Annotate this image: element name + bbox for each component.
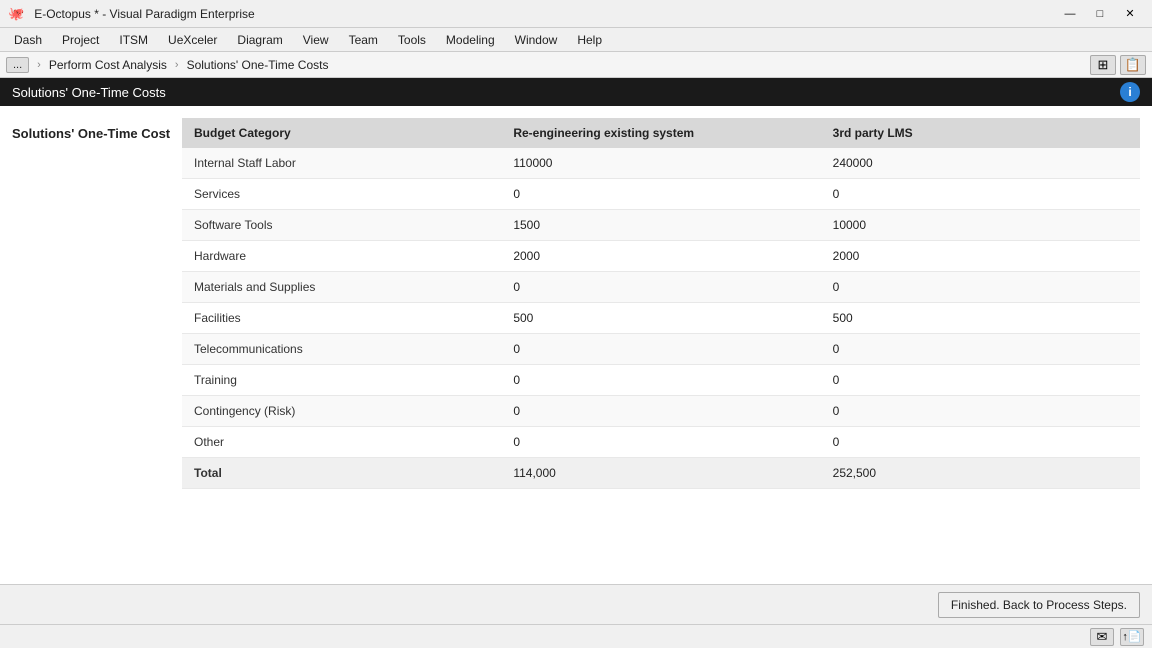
- cell-category-5: Facilities: [182, 303, 501, 334]
- cell-col2-8: 0: [821, 396, 1140, 427]
- table-row: Services00: [182, 179, 1140, 210]
- cell-col2-6: 0: [821, 334, 1140, 365]
- section-header: Solutions' One-Time Costs i: [0, 78, 1152, 106]
- cell-col1-8: 0: [501, 396, 820, 427]
- cell-col1-5: 500: [501, 303, 820, 334]
- menu-item-diagram[interactable]: Diagram: [227, 31, 292, 49]
- cell-col2-0: 240000: [821, 148, 1140, 179]
- window-title: E-Octopus * - Visual Paradigm Enterprise: [30, 7, 1056, 21]
- cell-category-4: Materials and Supplies: [182, 272, 501, 303]
- cell-col2-3: 2000: [821, 241, 1140, 272]
- cell-col2-7: 0: [821, 365, 1140, 396]
- table-row: Facilities500500: [182, 303, 1140, 334]
- menu-item-tools[interactable]: Tools: [388, 31, 436, 49]
- menu-item-uexceler[interactable]: UeXceler: [158, 31, 227, 49]
- menu-bar: DashProjectITSMUeXcelerDiagramViewTeamTo…: [0, 28, 1152, 52]
- table-row: Materials and Supplies00: [182, 272, 1140, 303]
- breadcrumb-ellipsis[interactable]: ...: [6, 57, 29, 73]
- cell-category-7: Training: [182, 365, 501, 396]
- cell-category-8: Contingency (Risk): [182, 396, 501, 427]
- status-bar: ✉ ↑📄: [0, 624, 1152, 648]
- info-icon[interactable]: i: [1120, 82, 1140, 102]
- breadcrumb-icon-doc[interactable]: 📋: [1120, 55, 1146, 75]
- cell-category-1: Services: [182, 179, 501, 210]
- cell-col1-7: 0: [501, 365, 820, 396]
- col-header-budget-category: Budget Category: [182, 118, 501, 148]
- cost-table: Budget Category Re-engineering existing …: [182, 118, 1140, 489]
- cell-category-10: Total: [182, 458, 501, 489]
- table-header: Budget Category Re-engineering existing …: [182, 118, 1140, 148]
- breadcrumb-arrow-1: ›: [37, 59, 41, 71]
- table-row: Training00: [182, 365, 1140, 396]
- menu-item-team[interactable]: Team: [339, 31, 388, 49]
- table-row: Telecommunications00: [182, 334, 1140, 365]
- breadcrumb-arrow-2: ›: [175, 59, 179, 71]
- section-title: Solutions' One-Time Costs: [12, 85, 166, 100]
- cell-col2-2: 10000: [821, 210, 1140, 241]
- content-wrapper: Solutions' One-Time Costs i Solutions' O…: [0, 78, 1152, 648]
- cell-col1-3: 2000: [501, 241, 820, 272]
- cell-col2-5: 500: [821, 303, 1140, 334]
- bottom-bar: Finished. Back to Process Steps.: [0, 584, 1152, 624]
- cell-category-0: Internal Staff Labor: [182, 148, 501, 179]
- table-row: Internal Staff Labor110000240000: [182, 148, 1140, 179]
- col-header-3rd-party-lms: 3rd party LMS: [821, 118, 1140, 148]
- title-bar: 🐙 E-Octopus * - Visual Paradigm Enterpri…: [0, 0, 1152, 28]
- finished-button[interactable]: Finished. Back to Process Steps.: [938, 592, 1140, 618]
- table-row: Software Tools150010000: [182, 210, 1140, 241]
- cost-table-body: Internal Staff Labor110000240000Services…: [182, 148, 1140, 489]
- export-icon-button[interactable]: ↑📄: [1120, 628, 1144, 646]
- table-row: Total114,000252,500: [182, 458, 1140, 489]
- email-icon: ✉: [1097, 629, 1108, 645]
- main-area: Solutions' One-Time Cost Budget Category…: [0, 106, 1152, 584]
- breadcrumb-solutions-one-time-costs[interactable]: Solutions' One-Time Costs: [183, 58, 333, 72]
- breadcrumb-icon-grid[interactable]: ⊞: [1090, 55, 1116, 75]
- menu-item-dash[interactable]: Dash: [4, 31, 52, 49]
- cell-col1-2: 1500: [501, 210, 820, 241]
- maximize-button[interactable]: □: [1086, 4, 1114, 24]
- menu-item-itsm[interactable]: ITSM: [109, 31, 158, 49]
- cell-col2-1: 0: [821, 179, 1140, 210]
- breadcrumb-perform-cost-analysis[interactable]: Perform Cost Analysis: [45, 58, 171, 72]
- email-icon-button[interactable]: ✉: [1090, 628, 1114, 646]
- menu-item-help[interactable]: Help: [567, 31, 612, 49]
- col-header-reengineering: Re-engineering existing system: [501, 118, 820, 148]
- cell-col1-1: 0: [501, 179, 820, 210]
- table-row: Other00: [182, 427, 1140, 458]
- app-container: 🐙 E-Octopus * - Visual Paradigm Enterpri…: [0, 0, 1152, 648]
- cell-col1-9: 0: [501, 427, 820, 458]
- menu-item-project[interactable]: Project: [52, 31, 109, 49]
- section-label: Solutions' One-Time Cost: [12, 118, 182, 141]
- close-button[interactable]: ✕: [1116, 4, 1144, 24]
- cell-category-9: Other: [182, 427, 501, 458]
- cell-col1-4: 0: [501, 272, 820, 303]
- table-row: Hardware20002000: [182, 241, 1140, 272]
- cell-col1-0: 110000: [501, 148, 820, 179]
- breadcrumb-bar: ... › Perform Cost Analysis › Solutions'…: [0, 52, 1152, 78]
- menu-item-modeling[interactable]: Modeling: [436, 31, 505, 49]
- table-row: Contingency (Risk)00: [182, 396, 1140, 427]
- export-icon: ↑📄: [1122, 630, 1141, 643]
- cell-category-6: Telecommunications: [182, 334, 501, 365]
- main-content: Solutions' One-Time Cost Budget Category…: [0, 106, 1152, 584]
- cell-col2-10: 252,500: [821, 458, 1140, 489]
- menu-item-window[interactable]: Window: [505, 31, 568, 49]
- minimize-button[interactable]: —: [1056, 4, 1084, 24]
- table-header-row: Budget Category Re-engineering existing …: [182, 118, 1140, 148]
- cell-col1-10: 114,000: [501, 458, 820, 489]
- cell-category-3: Hardware: [182, 241, 501, 272]
- breadcrumb-icon-group: ⊞ 📋: [1090, 55, 1146, 75]
- cell-col2-4: 0: [821, 272, 1140, 303]
- cell-col1-6: 0: [501, 334, 820, 365]
- window-controls: — □ ✕: [1056, 4, 1144, 24]
- menu-item-view[interactable]: View: [293, 31, 339, 49]
- cell-category-2: Software Tools: [182, 210, 501, 241]
- cell-col2-9: 0: [821, 427, 1140, 458]
